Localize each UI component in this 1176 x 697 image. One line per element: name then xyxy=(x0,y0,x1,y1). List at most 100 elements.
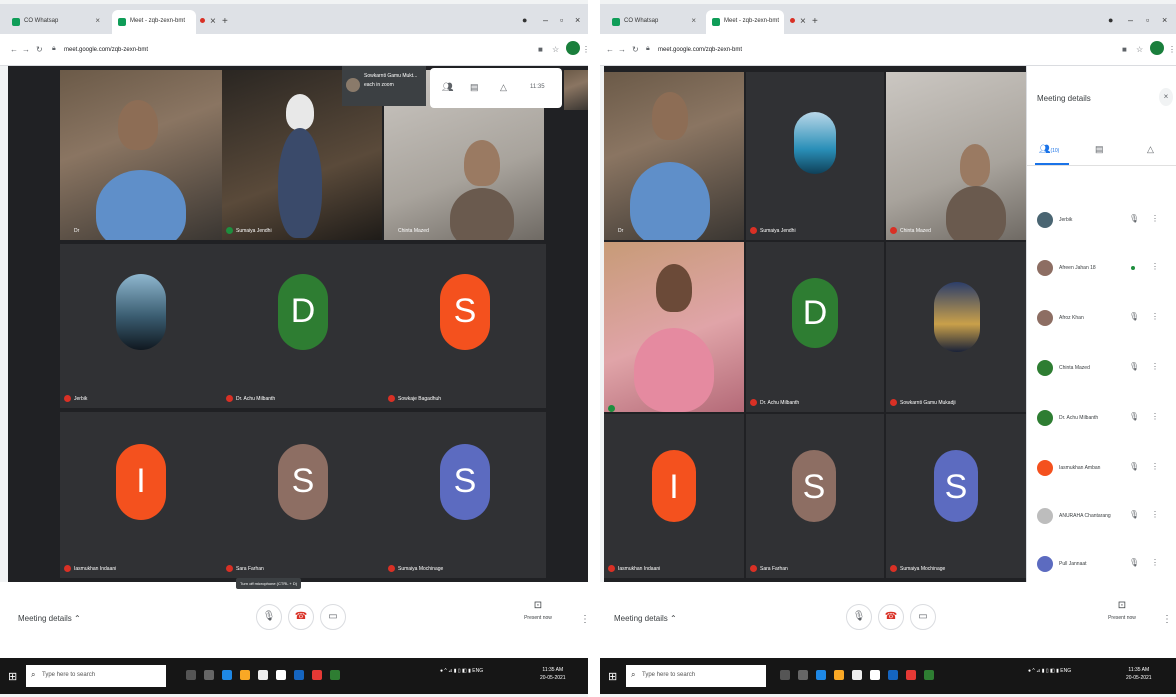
mic-off-icon[interactable]: 🎙︎ xyxy=(1129,214,1139,223)
minimize-icon[interactable]: – xyxy=(543,15,548,25)
participant-row[interactable]: ANURAHA Chantarang 🎙︎ ⋮ xyxy=(1027,496,1176,544)
chrome-icon[interactable] xyxy=(906,670,916,680)
profile-icon[interactable]: ● xyxy=(522,15,527,25)
leave-call-button[interactable]: ☎︎ xyxy=(288,604,314,630)
participant-tile[interactable] xyxy=(604,242,744,412)
tab-activities[interactable]: △ xyxy=(1147,144,1154,155)
meeting-details-button[interactable]: Meeting details ⌃ xyxy=(18,614,81,623)
whatsapp-icon[interactable] xyxy=(924,670,934,680)
back-icon[interactable]: ← xyxy=(606,45,614,54)
edge-icon[interactable] xyxy=(222,670,232,680)
presenter-popup[interactable]: Sowkarnti Gamu Mukt... each in zoom xyxy=(342,66,426,106)
participant-tile[interactable]: I Iasmukhan Indaani xyxy=(604,414,744,578)
participant-row[interactable]: Pull Jannaat 🎙︎ ⋮ xyxy=(1027,544,1176,582)
mic-off-icon[interactable]: 🎙︎ xyxy=(1129,412,1139,421)
participant-row[interactable]: Afroz Khan 🎙︎ ⋮ xyxy=(1027,298,1176,346)
more-options-icon[interactable]: ⋮ xyxy=(1151,362,1159,371)
participant-tile[interactable]: S Sara Farhan xyxy=(746,414,884,578)
close-icon[interactable]: × xyxy=(95,16,100,25)
leave-call-button[interactable]: ☎︎ xyxy=(878,604,904,630)
camera-button[interactable]: ▭ xyxy=(320,604,346,630)
more-options-icon[interactable]: ⋮ xyxy=(1151,412,1159,421)
camera-icon[interactable]: ■ xyxy=(538,45,543,54)
mic-off-icon[interactable]: 🎙︎ xyxy=(1129,462,1139,471)
people-icon[interactable]: 👥︎ xyxy=(442,82,453,93)
lock-icon[interactable]: 🔒︎ xyxy=(52,45,56,53)
participant-tile[interactable]: Sowkarnti Gamu Mukadji xyxy=(886,242,1026,412)
close-icon[interactable]: × xyxy=(691,16,696,25)
window-close-icon[interactable]: × xyxy=(1162,15,1167,25)
star-icon[interactable]: ☆ xyxy=(552,45,559,54)
more-options-icon[interactable]: ⋮ xyxy=(1151,462,1159,471)
dropbox-icon[interactable] xyxy=(870,670,880,680)
menu-icon[interactable]: ⋮ xyxy=(1168,45,1176,54)
cortana-icon[interactable] xyxy=(798,670,808,680)
participant-tile[interactable]: Chinta Mazed xyxy=(886,72,1026,240)
edge-icon[interactable] xyxy=(816,670,826,680)
forward-icon[interactable]: → xyxy=(618,45,626,54)
avatar[interactable] xyxy=(1150,41,1164,55)
participant-tile[interactable]: S Sumaiya Mochinage xyxy=(886,414,1026,578)
participant-tile[interactable]: I Iasmukhan Indaani xyxy=(60,412,222,578)
mic-off-icon[interactable]: 🎙︎ xyxy=(1129,558,1139,567)
more-options-icon[interactable]: ⋮ xyxy=(580,614,588,625)
participant-row[interactable]: Afreen Jahan 18 ⋮ xyxy=(1027,248,1176,296)
more-options-icon[interactable]: ⋮ xyxy=(1151,312,1159,321)
maximize-icon[interactable]: ▫ xyxy=(1146,15,1149,25)
participant-tile[interactable]: D Dr. Achu Milbanth xyxy=(222,244,384,408)
reload-icon[interactable]: ↻ xyxy=(632,45,639,54)
windows-start-icon[interactable]: ⊞ xyxy=(8,670,17,683)
menu-icon[interactable]: ⋮ xyxy=(582,45,588,54)
window-close-icon[interactable]: × xyxy=(575,15,580,25)
camera-button[interactable]: ▭ xyxy=(910,604,936,630)
clock[interactable]: 11:35 AM 20-05-2021 xyxy=(540,666,566,682)
windows-start-icon[interactable]: ⊞ xyxy=(608,670,617,683)
lock-icon[interactable]: 🔒︎ xyxy=(646,45,650,53)
search-input[interactable]: ⌕ Type here to search xyxy=(626,665,766,687)
minimize-icon[interactable]: – xyxy=(1128,15,1133,25)
participant-tile[interactable]: Jerbik xyxy=(60,244,222,408)
star-icon[interactable]: ☆ xyxy=(1136,45,1143,54)
more-options-icon[interactable]: ⋮ xyxy=(1151,262,1159,271)
word-icon[interactable] xyxy=(294,670,304,680)
mic-off-icon[interactable]: 🎙︎ xyxy=(1129,362,1139,371)
participant-row[interactable]: Chinta Mazed 🎙︎ ⋮ xyxy=(1027,348,1176,396)
profile-icon[interactable]: ● xyxy=(1108,15,1113,25)
avatar[interactable] xyxy=(566,41,580,55)
participant-tile[interactable]: Dr xyxy=(604,72,744,240)
present-now-button[interactable]: ⊡ Present now xyxy=(1102,600,1142,621)
tab-whatsapp[interactable]: CO Whatsap × xyxy=(606,10,702,34)
dropbox-icon[interactable] xyxy=(276,670,286,680)
self-view[interactable] xyxy=(564,70,588,110)
whatsapp-icon[interactable] xyxy=(330,670,340,680)
more-options-icon[interactable]: ⋮ xyxy=(1151,558,1159,567)
url-field[interactable]: meet.google.com/zqb-zexn-bmt xyxy=(64,47,148,53)
cortana-icon[interactable] xyxy=(204,670,214,680)
chat-icon[interactable]: ▤ xyxy=(470,82,479,93)
participant-row[interactable]: Jerbik 🎙︎ ⋮ xyxy=(1027,200,1176,248)
search-input[interactable]: ⌕ Type here to search xyxy=(26,665,166,687)
tab-meet[interactable]: Meet - zqb-zexn-bmt xyxy=(112,10,196,34)
participant-tile[interactable]: Sumaiya Jendhi xyxy=(746,72,884,240)
chrome-icon[interactable] xyxy=(312,670,322,680)
activities-icon[interactable]: △ xyxy=(500,82,507,93)
tab-whatsapp[interactable]: CO Whatsap × xyxy=(6,10,106,34)
participant-tile[interactable]: S Sowkaje Bagadhuh xyxy=(384,244,546,408)
store-icon[interactable] xyxy=(852,670,862,680)
microphone-button[interactable]: 🎙︎ xyxy=(846,604,872,630)
participant-row[interactable]: Dr. Achu Milbanth 🎙︎ ⋮ xyxy=(1027,398,1176,446)
close-icon[interactable]: × xyxy=(800,16,806,27)
file-explorer-icon[interactable] xyxy=(834,670,844,680)
clock[interactable]: 11:35 AM 20-05-2021 xyxy=(1126,666,1152,682)
close-icon[interactable]: × xyxy=(210,16,216,27)
mic-off-icon[interactable]: 🎙︎ xyxy=(1129,510,1139,519)
present-now-button[interactable]: ⊡ Present now xyxy=(518,600,558,621)
meeting-details-button[interactable]: Meeting details ⌃ xyxy=(614,614,677,623)
participant-tile[interactable]: Dr xyxy=(60,70,222,240)
mic-off-icon[interactable]: 🎙︎ xyxy=(1129,312,1139,321)
reload-icon[interactable]: ↻ xyxy=(36,45,43,54)
new-tab-icon[interactable]: + xyxy=(812,16,818,27)
url-field[interactable]: meet.google.com/zqb-zexn-bmt xyxy=(658,47,742,53)
system-tray[interactable]: ● ^ ⊿ ▮ ▯ ◧ ▮ ENG xyxy=(440,668,483,674)
task-view-icon[interactable] xyxy=(186,670,196,680)
